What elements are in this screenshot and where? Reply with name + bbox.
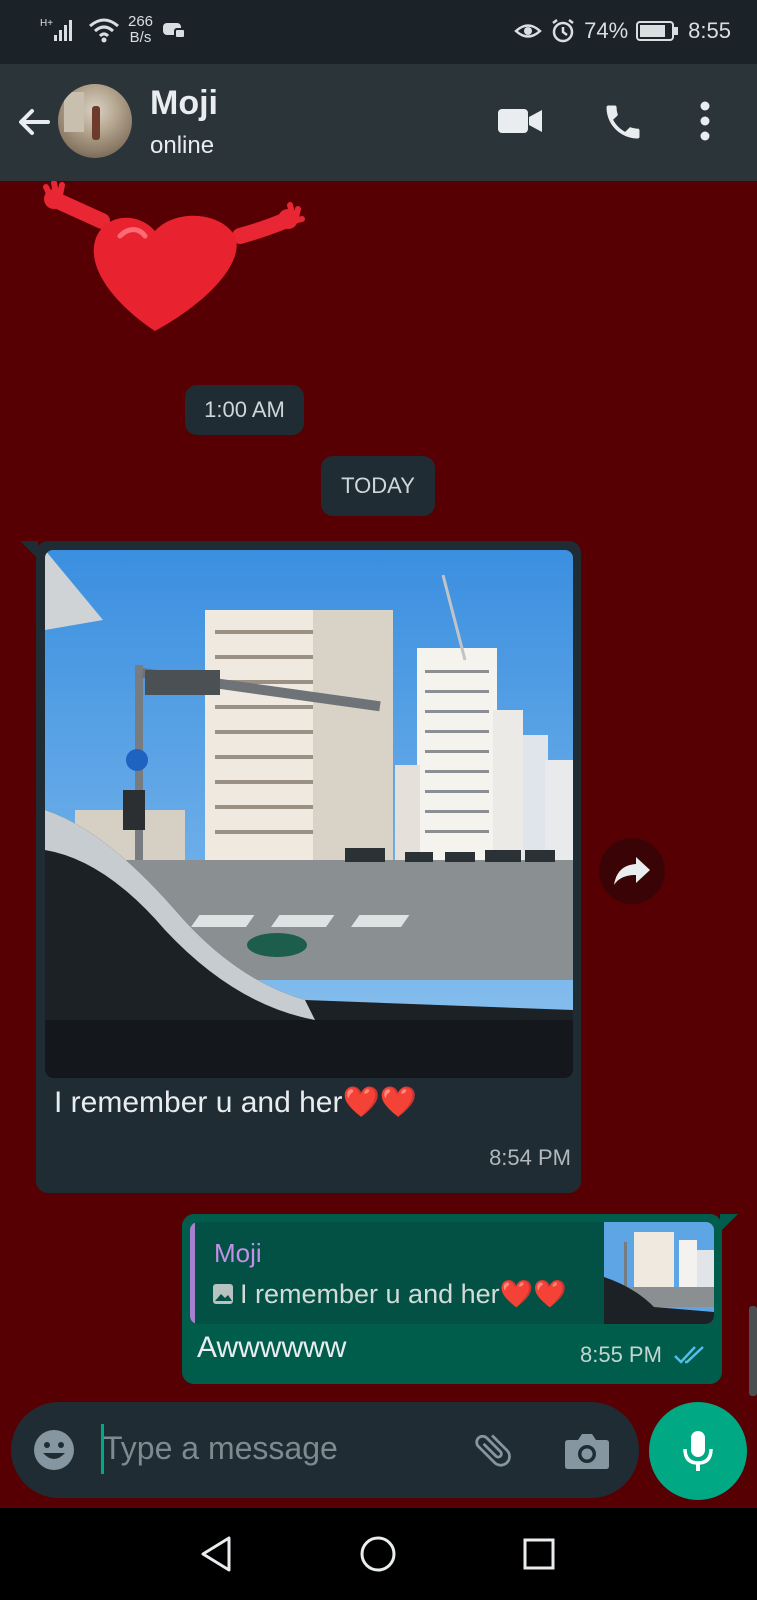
nav-back-icon[interactable] xyxy=(195,1532,239,1576)
speed-unit: B/s xyxy=(129,29,152,46)
forward-icon xyxy=(614,857,650,885)
contact-name[interactable]: Moji xyxy=(150,84,218,123)
bubble-tail xyxy=(20,541,38,559)
quoted-reply[interactable]: Moji I remember u and her ❤️❤️ xyxy=(190,1222,714,1324)
contact-status: online xyxy=(150,132,215,159)
quoted-photo-thumbnail xyxy=(604,1222,714,1324)
message-composer[interactable]: Type a message xyxy=(11,1402,639,1498)
forward-button[interactable] xyxy=(599,838,665,904)
alarm-icon xyxy=(552,19,574,43)
quoted-author: Moji xyxy=(214,1238,262,1268)
eye-comfort-icon xyxy=(514,24,542,38)
quoted-text: I remember u and her ❤️❤️ xyxy=(212,1278,567,1310)
speed-value: 266 xyxy=(128,13,154,30)
network-speed: 266 B/s xyxy=(128,14,153,46)
status-right: 74% 8:55 xyxy=(514,18,731,44)
nav-home-icon[interactable] xyxy=(356,1532,400,1576)
attach-icon[interactable] xyxy=(471,1428,515,1472)
avatar[interactable] xyxy=(58,84,132,158)
message-input[interactable]: Type a message xyxy=(103,1430,338,1467)
nav-recents-icon[interactable] xyxy=(517,1532,561,1576)
chat-header: Moji online xyxy=(0,64,757,181)
heart-sticker[interactable] xyxy=(40,181,306,341)
battery-percent: 74% xyxy=(584,18,629,43)
game-mode-icon xyxy=(163,23,187,39)
message-time: 8:55 PM xyxy=(580,1342,662,1367)
scrollbar[interactable] xyxy=(749,1306,757,1396)
signal-icon: H+ xyxy=(40,18,72,41)
chat-area[interactable]: 1:00 AM TODAY I remember u and her❤️❤️ 8… xyxy=(0,181,757,1508)
bubble-tail xyxy=(720,1214,738,1232)
read-receipt-icon xyxy=(674,1346,704,1364)
camera-icon[interactable] xyxy=(564,1430,610,1470)
status-left: H+ 266 B/s xyxy=(40,14,187,46)
message-text: I remember u and her❤️❤️ xyxy=(54,1085,417,1120)
message-photo[interactable] xyxy=(45,550,573,1078)
incoming-message[interactable]: I remember u and her❤️❤️ 8:54 PM xyxy=(20,541,581,1193)
message-time: 8:54 PM xyxy=(489,1145,571,1170)
back-arrow-icon[interactable] xyxy=(14,102,54,142)
date-chip-today: TODAY xyxy=(321,456,435,516)
message-text: Awwwwww xyxy=(197,1331,347,1364)
battery-icon xyxy=(636,21,679,41)
message-body: I remember u and her xyxy=(54,1086,343,1119)
network-type: H+ xyxy=(40,18,53,29)
wifi-icon xyxy=(89,18,119,43)
video-call-icon[interactable] xyxy=(497,106,543,136)
quoted-heart-emoji: ❤️❤️ xyxy=(499,1279,567,1309)
microphone-icon xyxy=(683,1431,713,1471)
emoji-icon[interactable] xyxy=(33,1429,75,1471)
outgoing-message[interactable]: Moji I remember u and her ❤️❤️ Awwwwww 8:… xyxy=(182,1214,738,1384)
clock: 8:55 xyxy=(688,18,731,43)
heart-emoji: ❤️❤️ xyxy=(342,1086,418,1119)
system-nav-bar xyxy=(0,1508,757,1600)
voice-call-icon[interactable] xyxy=(601,100,645,144)
status-bar: H+ 266 B/s 74% 8:55 xyxy=(0,0,757,64)
date-chip-time: 1:00 AM xyxy=(185,385,304,435)
voice-record-button[interactable] xyxy=(649,1402,747,1500)
photo-icon xyxy=(213,1284,233,1304)
quoted-body: I remember u and her xyxy=(240,1278,500,1309)
quote-accent-bar xyxy=(190,1222,195,1324)
more-options-icon[interactable] xyxy=(698,100,712,142)
